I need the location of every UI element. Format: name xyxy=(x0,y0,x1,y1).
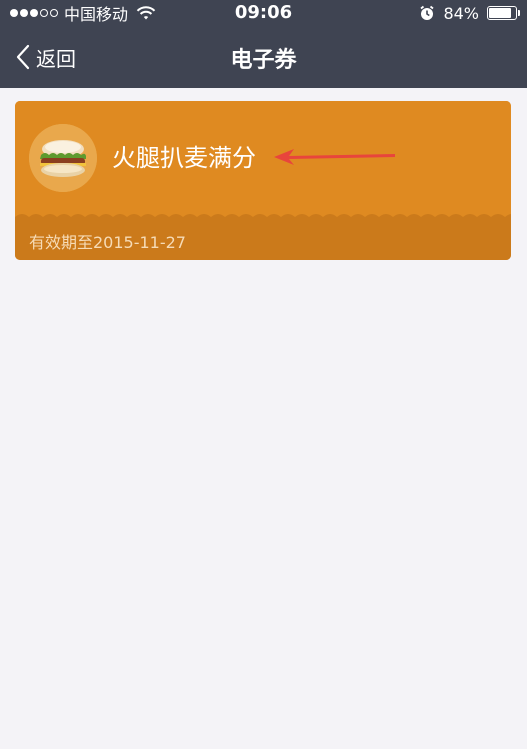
nav-bar: 返回 电子券 xyxy=(0,26,527,88)
battery-percent: 84% xyxy=(443,3,479,23)
burger-image xyxy=(29,124,97,192)
battery-tip xyxy=(518,10,520,16)
coupon-card[interactable]: 火腿扒麦满分 有效期至2015-11-27 xyxy=(15,101,511,260)
coupon-title: 火腿扒麦满分 xyxy=(112,144,256,172)
alarm-icon xyxy=(420,5,434,20)
battery-fill xyxy=(489,8,511,18)
scallop-divider xyxy=(15,214,511,223)
page-title: 电子券 xyxy=(230,48,297,73)
status-right: 84% xyxy=(419,3,520,23)
battery-icon xyxy=(487,6,520,20)
status-bar: 中国移动 09:06 84% xyxy=(0,0,527,26)
scallop-path xyxy=(15,214,511,223)
coupon-expiry: 有效期至2015-11-27 xyxy=(29,233,186,252)
red-arrow-icon xyxy=(274,149,395,165)
